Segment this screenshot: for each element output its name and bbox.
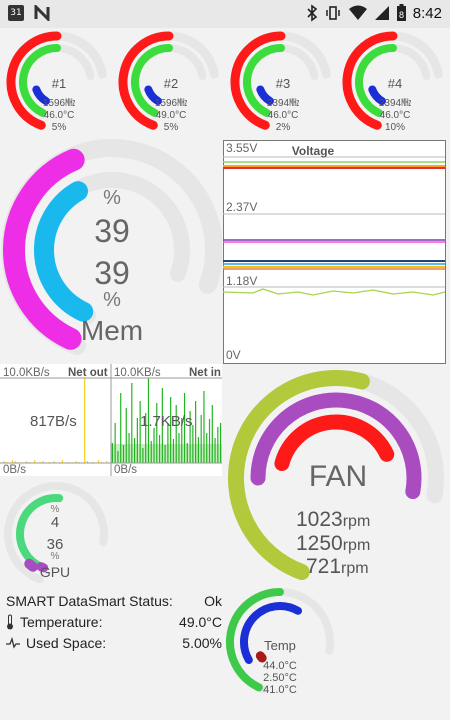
cpu-core-gauge-3[interactable]: #3 2394㎒46.0°C2% [226, 30, 336, 138]
temp-value-2: 2.50°C [263, 672, 297, 684]
memory-cache-arc [34, 181, 94, 322]
smart-temperature-label: Temperature: [20, 613, 103, 630]
voltage-graph[interactable]: Voltage 3.55V 2.37V 1.18V 0V [223, 140, 448, 365]
temp-label: Temp [264, 638, 296, 653]
core-temperature: 46.0°C [268, 110, 299, 121]
gpu-unit-bottom: % [51, 551, 60, 562]
svg-text:8: 8 [399, 10, 404, 20]
cell-signal-icon [374, 6, 389, 20]
core-load: 2% [276, 122, 291, 133]
smart-title: SMART DataSmart Status: [6, 592, 173, 609]
status-bar: 31 8 8:42 [0, 0, 450, 28]
net-in-zero: 0B/s [114, 464, 137, 476]
net-in-scale: 10.0KB/s [114, 367, 161, 379]
temp-gauge[interactable]: Temp 44.0°C 2.50°C 41.0°C [222, 588, 337, 700]
net-out-zero: 0B/s [3, 464, 26, 476]
core-temperature: 46.0°C [380, 110, 411, 121]
gpu-label: GPU [40, 564, 70, 580]
smart-status-value: Ok [204, 592, 222, 609]
pulse-icon [6, 636, 20, 649]
core-frequency: 1596㎒ [155, 98, 187, 109]
vibrate-icon [326, 6, 340, 20]
net-in-value: 1.7KB/s [140, 413, 193, 430]
calendar-icon: 31 [8, 5, 24, 21]
core-frequency: 2394㎒ [379, 98, 411, 109]
thermometer-icon [7, 614, 13, 629]
voltage-label-max: 3.55V [226, 141, 257, 155]
memory-value-primary: 39 [94, 213, 130, 249]
net-out-scale: 10.0KB/s [3, 367, 50, 379]
gpu-memory-cap [24, 558, 39, 572]
battery-icon: 8 [396, 4, 406, 21]
voltage-label-low: 1.18V [226, 274, 257, 288]
fan-label: FAN [309, 460, 367, 493]
smart-used-space-label: Used Space: [26, 634, 107, 651]
fan-speed-arc-3 [274, 414, 395, 472]
voltage-label-zero: 0V [226, 348, 241, 362]
memory-value-secondary: 39 [94, 255, 130, 291]
memory-unit-bottom: % [103, 289, 121, 311]
gpu-value-1: 4 [51, 514, 59, 531]
cpu-core-gauge-4[interactable]: #4 2394㎒46.0°C10% [338, 30, 448, 138]
fan-rpm-3: 721rpm [306, 555, 369, 578]
fan-gauge[interactable]: FAN 1023rpm 1250rpm 721rpm [222, 364, 450, 592]
n-app-icon [34, 5, 50, 21]
core-frequency: 2394㎒ [267, 98, 299, 109]
smart-status-panel[interactable]: SMART DataSmart Status: Ok Temperature: … [6, 590, 222, 653]
network-graphs[interactable]: 10.0KB/s Net out 817B/s 0B/s 10.0KB/s Ne… [0, 364, 222, 476]
core-load: 10% [385, 122, 405, 133]
temp-value-3: 41.0°C [263, 684, 297, 696]
gpu-gauge[interactable]: % 4 36 % GPU [0, 480, 112, 588]
smart-temperature-value: 49.0°C [179, 613, 222, 630]
smart-used-space-value: 5.00% [182, 634, 222, 651]
voltage-label-mid: 2.37V [226, 200, 257, 214]
core-load: 5% [164, 122, 179, 133]
wifi-icon [348, 5, 367, 20]
fan-rpm-2: 1250rpm [296, 532, 370, 555]
memory-gauge[interactable]: % 39 39 % Mem [0, 138, 222, 363]
net-out-title: Net out [68, 367, 108, 379]
core-temperature: 46.0°C [44, 110, 75, 121]
core-load: 5% [52, 122, 67, 133]
fan-rpm-1: 1023rpm [296, 508, 370, 531]
cpu-core-gauge-1[interactable]: #1 1596㎒46.0°C5% [2, 30, 112, 138]
temp-value-1: 44.0°C [263, 660, 297, 672]
bluetooth-icon [307, 4, 318, 22]
voltage-title: Voltage [292, 144, 335, 158]
core-label: #3 [276, 76, 290, 91]
core-label: #1 [52, 76, 66, 91]
core-temperature: 49.0°C [156, 110, 187, 121]
cpu-core-gauge-2[interactable]: #2 1596㎒49.0°C5% [114, 30, 224, 138]
core-label: #2 [164, 76, 178, 91]
net-out-value: 817B/s [30, 413, 77, 430]
core-label: #4 [388, 76, 402, 91]
core-frequency: 1596㎒ [43, 98, 75, 109]
temp-arc-3 [255, 651, 267, 663]
net-in-title: Net in [189, 367, 221, 379]
net-in-fill [111, 444, 222, 463]
memory-label: Mem [81, 315, 143, 346]
memory-unit-top: % [103, 187, 121, 209]
clock-time: 8:42 [412, 4, 442, 22]
